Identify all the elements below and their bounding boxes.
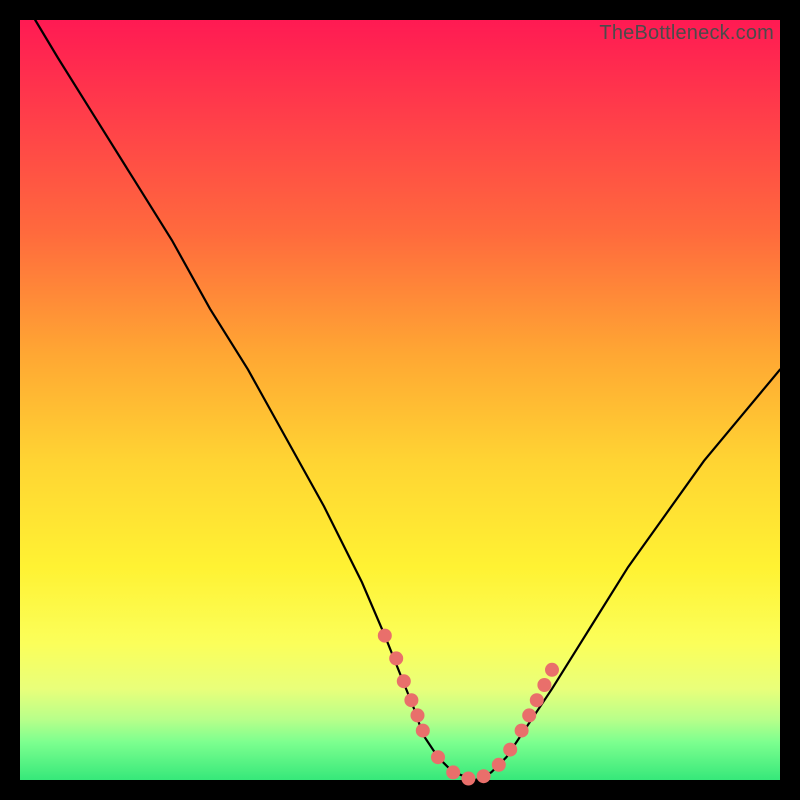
highlight-dot <box>522 708 536 722</box>
highlight-dot <box>537 678 551 692</box>
highlight-dot <box>461 772 475 786</box>
bottleneck-curve <box>35 20 780 780</box>
highlight-dot <box>477 769 491 783</box>
curve-layer <box>20 20 780 780</box>
highlight-dots <box>378 629 559 786</box>
highlight-dot <box>389 651 403 665</box>
highlight-dot <box>411 708 425 722</box>
highlight-dot <box>545 663 559 677</box>
highlight-dot <box>515 724 529 738</box>
chart-frame: TheBottleneck.com <box>20 20 780 780</box>
highlight-dot <box>404 693 418 707</box>
highlight-dot <box>378 629 392 643</box>
highlight-dot <box>446 765 460 779</box>
highlight-dot <box>530 693 544 707</box>
highlight-dot <box>416 724 430 738</box>
highlight-dot <box>492 758 506 772</box>
highlight-dot <box>397 674 411 688</box>
highlight-dot <box>503 743 517 757</box>
highlight-dot <box>431 750 445 764</box>
